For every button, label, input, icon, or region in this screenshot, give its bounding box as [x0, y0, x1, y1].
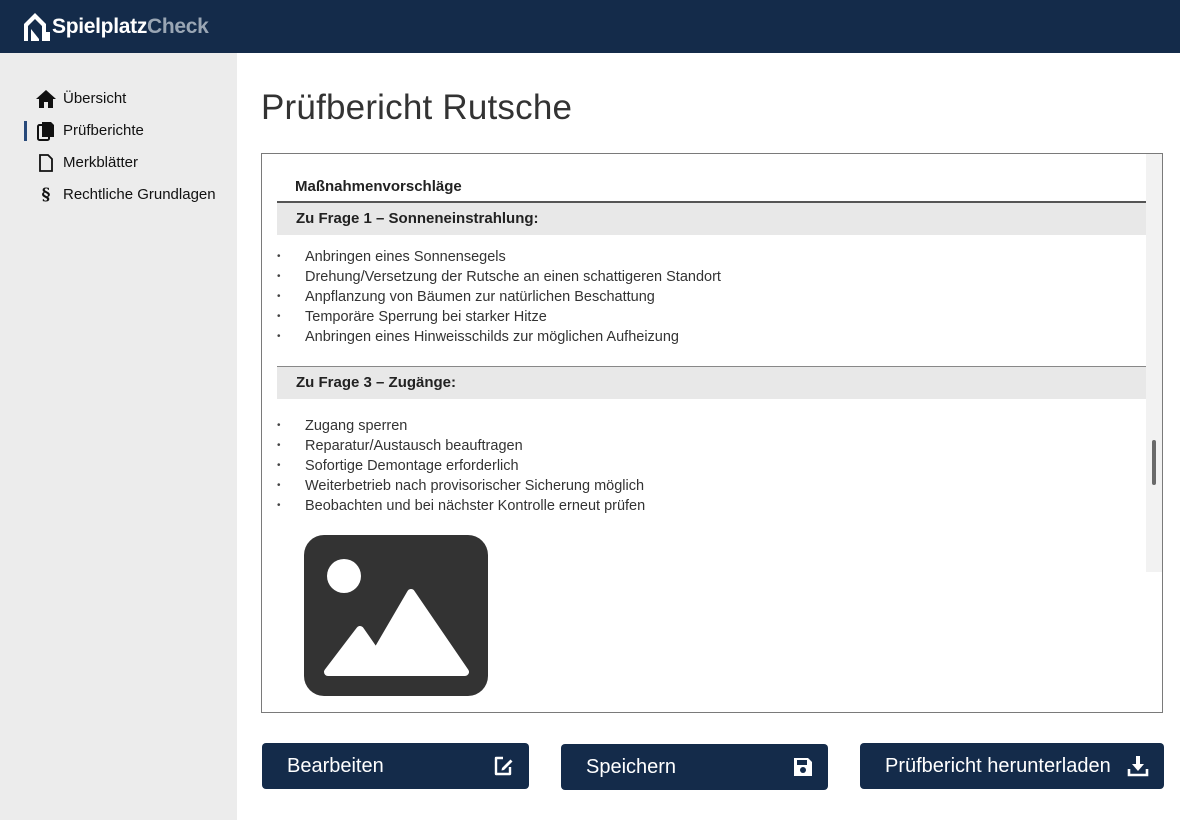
active-marker — [24, 89, 27, 109]
list-item: • Anbringen eines Hinweisschilds zur mögl… — [277, 329, 679, 345]
save-button[interactable]: Speichern — [561, 744, 828, 790]
save-icon — [792, 756, 814, 778]
save-button-label: Speichern — [586, 756, 677, 778]
edit-button-label: Bearbeiten — [287, 755, 384, 777]
active-marker — [24, 185, 27, 205]
top-bar: SpielplatzCheck — [0, 0, 1180, 53]
scrollbar[interactable] — [1146, 154, 1162, 572]
page-title: Prüfbericht Rutsche — [261, 88, 573, 127]
download-icon — [1127, 755, 1149, 777]
download-button-label: Prüfbericht herunterladen — [885, 755, 1111, 777]
active-marker — [24, 121, 27, 141]
measure-list: • Zugang sperren • Reparatur/Austausch bea… — [277, 416, 1137, 516]
sidebar-item-rechtliche-grundlagen[interactable]: § Rechtliche Grundlagen — [24, 184, 224, 206]
paragraph-icon: § — [41, 185, 51, 205]
sidebar-item-label: Prüfberichte — [63, 122, 144, 139]
list-item: • Reparatur/Austausch beauftragen — [277, 438, 523, 454]
sidebar-item-pruefberichte[interactable]: Prüfberichte — [24, 120, 224, 142]
list-item: • Zugang sperren — [277, 418, 408, 434]
question-title: Zu Frage 3 – Zugänge: — [296, 374, 457, 391]
sidebar-item-label: Rechtliche Grundlagen — [63, 186, 216, 203]
edit-button[interactable]: Bearbeiten — [262, 743, 529, 789]
sidebar: Übersicht Prüfberichte Merkblätter § Rec… — [0, 53, 237, 820]
question-title: Zu Frage 1 – Sonneneinstrahlung: — [296, 210, 539, 227]
brand-name: SpielplatzCheck — [52, 15, 209, 38]
list-item: • Anpflanzung von Bäumen zur natürlichen … — [277, 289, 655, 305]
list-item: • Weiterbetrieb nach provisorischer Siche… — [277, 478, 645, 494]
measure-list: • Anbringen eines Sonnensegels • Drehung/V… — [277, 247, 1137, 347]
list-item: • Drehung/Versetzung der Rutsche an einen… — [277, 269, 721, 285]
list-item: • Temporäre Sperrung bei starker Hitze — [277, 309, 547, 325]
download-report-button[interactable]: Prüfbericht herunterladen — [860, 743, 1164, 789]
sidebar-item-label: Merkblätter — [63, 154, 139, 171]
documents-icon — [36, 121, 56, 141]
list-item: • Anbringen eines Sonnensegels — [277, 249, 506, 265]
home-icon — [36, 90, 56, 108]
house-logo-icon — [24, 13, 50, 41]
section-heading: Maßnahmenvorschläge — [295, 178, 462, 195]
scrollbar-thumb[interactable] — [1152, 440, 1156, 485]
list-item: • Beobachten und bei nächster Kontrolle e… — [277, 498, 646, 514]
active-marker — [24, 153, 27, 173]
sidebar-item-label: Übersicht — [63, 90, 127, 107]
question-header: Zu Frage 3 – Zugänge: — [277, 367, 1146, 399]
sidebar-item-merkblaetter[interactable]: Merkblätter — [24, 152, 224, 174]
report-document-viewer[interactable]: Maßnahmenvorschläge Zu Frage 1 – Sonnene… — [261, 153, 1163, 713]
edit-icon — [493, 755, 515, 777]
app-logo[interactable]: SpielplatzCheck — [22, 12, 209, 42]
sidebar-item-uebersicht[interactable]: Übersicht — [24, 88, 224, 110]
file-icon — [36, 154, 56, 172]
list-item: • Sofortige Demontage erforderlich — [277, 458, 519, 474]
question-header: Zu Frage 1 – Sonneneinstrahlung: — [277, 203, 1146, 235]
image-placeholder-icon — [304, 535, 488, 696]
